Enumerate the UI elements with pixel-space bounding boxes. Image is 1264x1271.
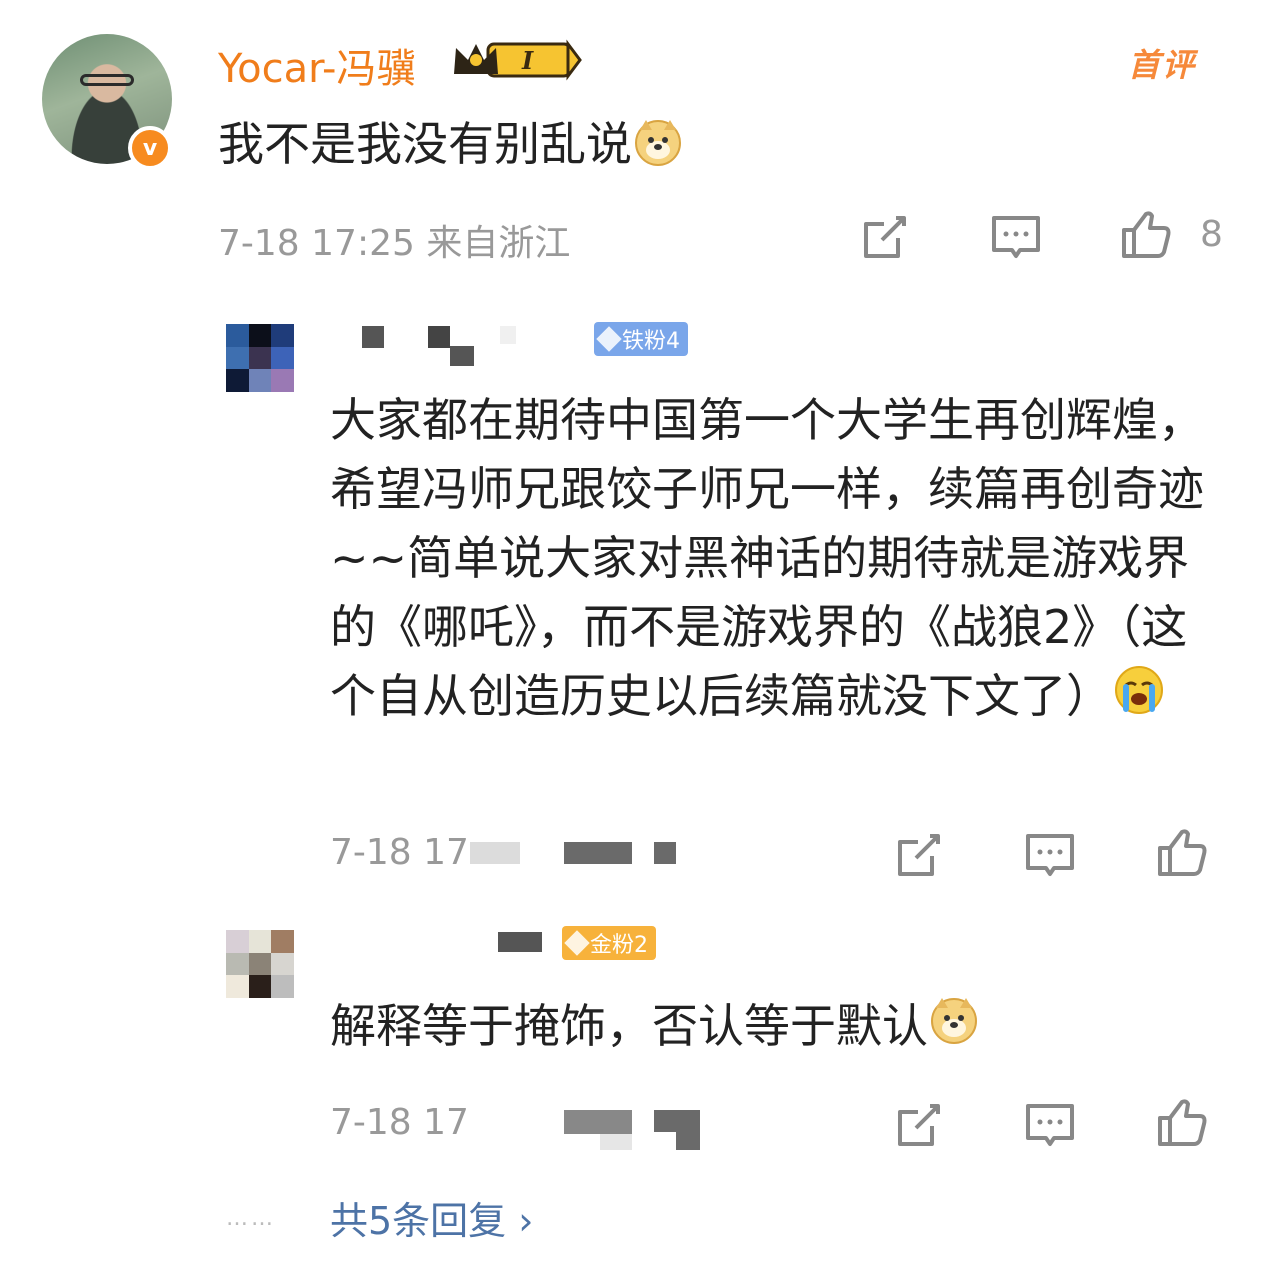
- more-replies-link[interactable]: 共5条回复 ›: [330, 1190, 533, 1245]
- main-username[interactable]: Yocar-冯骥: [218, 36, 416, 94]
- reply1-timestamp: 7-18 17: [330, 832, 469, 873]
- svg-text:I: I: [521, 46, 534, 75]
- reply1-avatar[interactable]: [226, 324, 294, 392]
- gem-icon: [564, 930, 590, 956]
- reply1-fan-badge[interactable]: 铁粉4: [594, 322, 688, 356]
- reply2-username-blurred[interactable]: [498, 932, 542, 952]
- like-count: 8: [1200, 214, 1223, 255]
- reply2-thumbs-up-icon[interactable]: [1156, 1096, 1208, 1148]
- reply1-share-icon[interactable]: [892, 830, 944, 882]
- reply1-comment-icon[interactable]: [1024, 830, 1076, 882]
- reply1-username-blurred[interactable]: [362, 326, 384, 348]
- crying-face-emoji: [1112, 663, 1166, 736]
- thumbs-up-icon[interactable]: [1120, 208, 1172, 260]
- reply1-thumbs-up-icon[interactable]: [1156, 826, 1208, 878]
- more-replies-dots: ……: [226, 1206, 276, 1231]
- main-timestamp: 7-18 17:25 来自浙江: [218, 223, 571, 264]
- chevron-right-icon: ›: [518, 1199, 534, 1243]
- share-icon[interactable]: [858, 212, 910, 264]
- main-comment-text: 我不是我没有别乱说: [218, 108, 684, 179]
- reply2-share-icon[interactable]: [892, 1100, 944, 1152]
- vip-crown-badge[interactable]: I: [450, 38, 582, 82]
- reply1-text: 大家都在期待中国第一个大学生再创辉煌，希望冯师兄跟饺子师兄一样，续篇再创奇迹~~…: [330, 386, 1230, 736]
- diamond-icon: [596, 326, 622, 352]
- reply2-comment-icon[interactable]: [1024, 1100, 1076, 1152]
- verified-badge: v: [128, 126, 172, 170]
- first-comment-tag: 首评: [1128, 46, 1197, 84]
- main-location: 来自浙江: [426, 223, 571, 264]
- reply2-fan-badge[interactable]: 金粉2: [562, 926, 656, 960]
- doge-emoji: [632, 116, 684, 179]
- reply2-timestamp: 7-18 17: [330, 1102, 469, 1143]
- reply2-text: 解释等于掩饰，否认等于默认: [330, 992, 1230, 1065]
- comment-icon[interactable]: [990, 212, 1042, 264]
- reply2-avatar[interactable]: [226, 930, 294, 998]
- doge-emoji: [928, 994, 980, 1065]
